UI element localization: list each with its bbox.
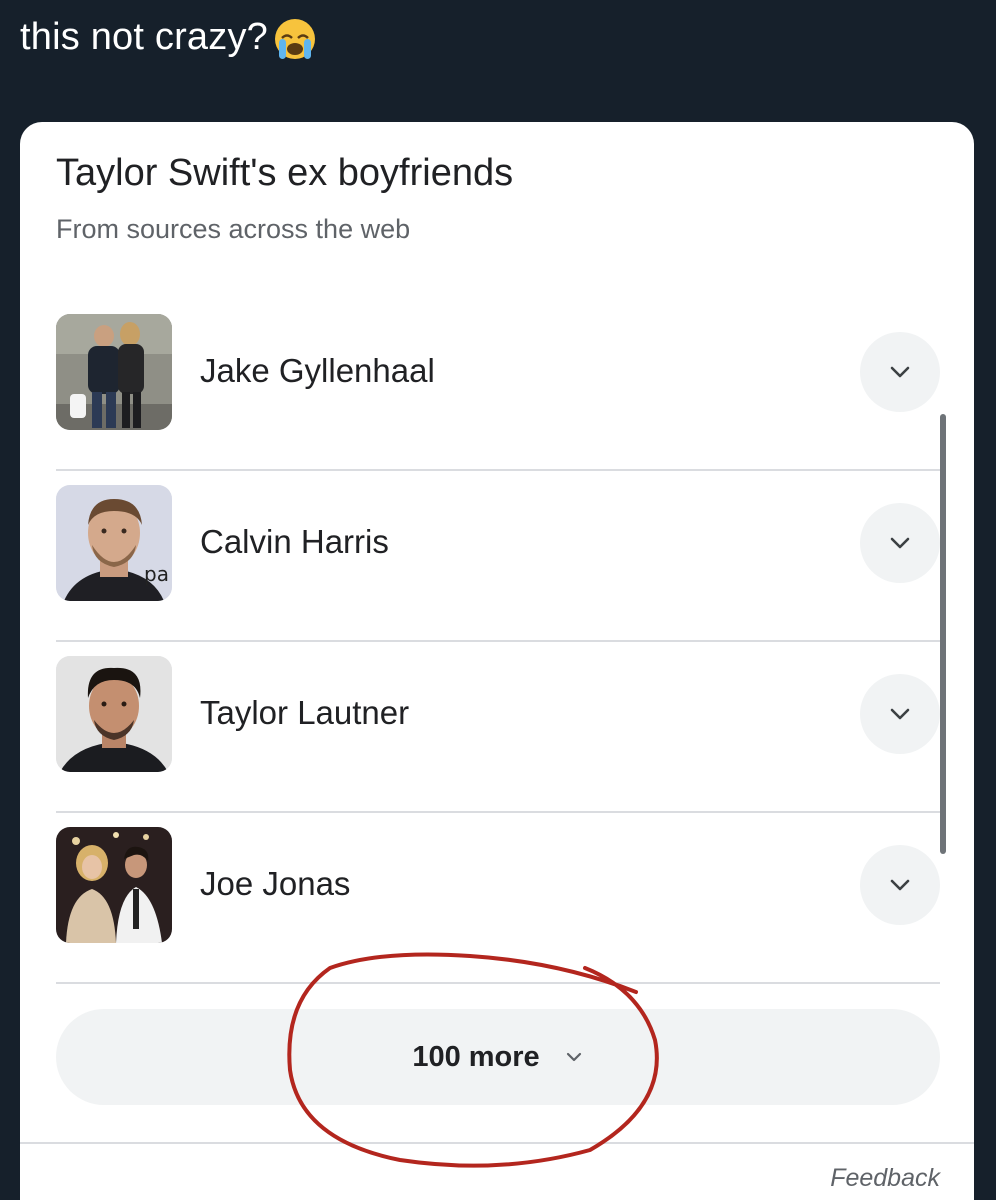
card-title: Taylor Swift's ex boyfriends [56, 152, 514, 194]
item-name: Calvin Harris [200, 523, 389, 560]
feedback-link[interactable]: Feedback [830, 1164, 940, 1193]
list-item[interactable]: pa Calvin Harris [56, 471, 940, 642]
thumbnail-image: pa [56, 485, 172, 601]
card-subtitle: From sources across the web [56, 214, 411, 244]
show-more-button[interactable]: 100 more [56, 1009, 940, 1105]
item-name: Joe Jonas [200, 865, 351, 902]
chevron-down-icon [890, 879, 910, 891]
expand-button[interactable] [860, 845, 940, 925]
list-item[interactable]: Jake Gyllenhaal [56, 300, 940, 471]
scrollbar[interactable] [940, 414, 946, 854]
screenshot: this not crazy? Taylor Swift's ex boyfri… [0, 0, 996, 1200]
thumbnail-image [56, 827, 172, 943]
post-text: this not crazy? [20, 14, 318, 60]
item-name: Taylor Lautner [200, 694, 410, 731]
crying-face-icon [272, 16, 318, 62]
list-item[interactable]: Joe Jonas [56, 813, 940, 984]
thumbnail-image [56, 314, 172, 430]
show-more-label: 100 more [412, 1040, 540, 1073]
item-name: Jake Gyllenhaal [200, 352, 435, 389]
knowledge-card: Taylor Swift's ex boyfriends From source… [20, 122, 974, 1200]
chevron-down-icon [890, 366, 910, 378]
svg-text:pa: pa [144, 562, 169, 586]
divider [20, 1142, 974, 1144]
expand-button[interactable] [860, 674, 940, 754]
chevron-down-icon [890, 537, 910, 549]
expand-button[interactable] [860, 503, 940, 583]
list-item[interactable]: Taylor Lautner [56, 642, 940, 813]
result-list: Jake Gyllenhaal pa Calvin Harris Taylor … [56, 300, 940, 984]
chevron-down-icon [566, 1052, 581, 1062]
post-caption: this not crazy? [20, 15, 268, 58]
thumbnail-image [56, 656, 172, 772]
expand-button[interactable] [860, 332, 940, 412]
chevron-down-icon [890, 708, 910, 720]
